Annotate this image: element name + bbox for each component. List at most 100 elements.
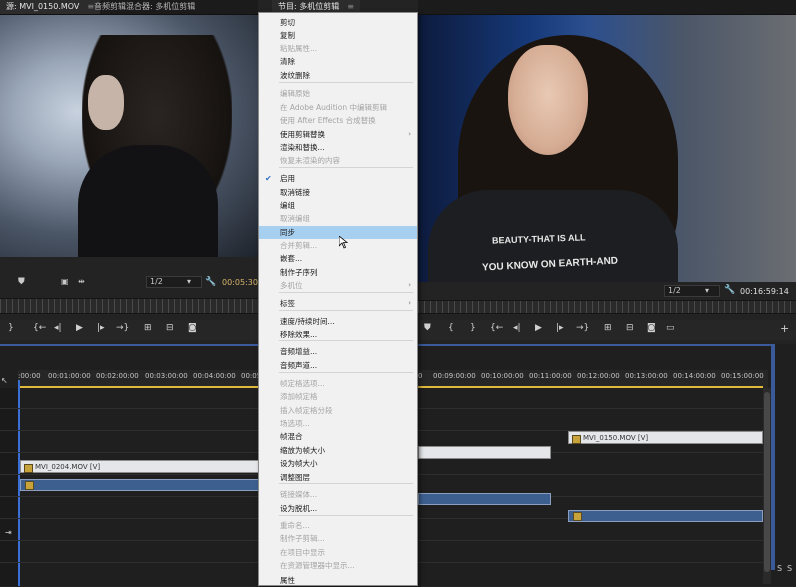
camera-icon[interactable]: ◙: [188, 323, 197, 333]
source-monitor-controls: ⛊ ▣ ⇹ 1/2 ▾ 🔧 00:05:30: [0, 274, 258, 292]
step-forward-icon[interactable]: |▸: [97, 323, 105, 333]
context-menu-item[interactable]: 链接媒体...: [259, 488, 417, 501]
context-menu-item[interactable]: 嵌套...: [259, 252, 417, 265]
selection-tool-icon[interactable]: ↖: [1, 376, 8, 385]
vertical-scrollbar-thumb[interactable]: [764, 392, 770, 572]
context-menu-item[interactable]: 渲染和替换...: [259, 141, 417, 154]
context-menu-item[interactable]: 属性: [259, 574, 417, 587]
context-menu-item[interactable]: 添加帧定格: [259, 390, 417, 403]
marker-icon[interactable]: ⛊: [424, 323, 431, 333]
context-menu-item[interactable]: 音频声道...: [259, 359, 417, 372]
fx-badge-icon: [25, 481, 34, 490]
context-menu-item[interactable]: 编辑原始: [259, 87, 417, 100]
context-menu-item[interactable]: 恢复未渲染的内容: [259, 154, 417, 167]
go-to-out-icon[interactable]: →}: [576, 323, 589, 333]
context-menu-item[interactable]: 粘贴属性...: [259, 42, 417, 55]
context-menu-item-label: 音频声道...: [280, 361, 318, 370]
marker-icon[interactable]: ⛊: [18, 277, 25, 287]
overwrite-icon[interactable]: ⊟: [166, 323, 174, 333]
context-menu-item[interactable]: 使用 After Effects 合成替换: [259, 114, 417, 127]
context-menu-item[interactable]: 帧定格选项...: [259, 377, 417, 390]
settings-icon[interactable]: ▣: [61, 277, 69, 286]
context-menu-item-label: 嵌套...: [280, 254, 303, 263]
context-menu-item[interactable]: 复制: [259, 29, 417, 42]
play-icon[interactable]: ▶: [535, 323, 542, 333]
context-menu-item[interactable]: 剪切: [259, 16, 417, 29]
context-menu-item-label: 制作子序列: [280, 268, 318, 277]
wrench-icon[interactable]: 🔧: [205, 277, 216, 287]
lift-icon[interactable]: ⊞: [604, 323, 612, 333]
mark-in-icon[interactable]: {: [448, 323, 454, 333]
insert-icon[interactable]: ⊞: [144, 323, 152, 333]
context-menu-item[interactable]: 在项目中显示: [259, 546, 417, 559]
clip-label: MVI_0204.MOV [V]: [35, 463, 101, 471]
context-menu-item[interactable]: 在资源管理器中显示...: [259, 559, 417, 572]
context-menu-item[interactable]: 设为脱机...: [259, 502, 417, 515]
audio-clip-a1[interactable]: [20, 479, 260, 491]
source-time-ruler[interactable]: [0, 298, 258, 314]
context-menu-item[interactable]: 速度/持续时间...: [259, 315, 417, 328]
context-menu-item-label: 复制: [280, 31, 295, 40]
context-menu-item[interactable]: 编组: [259, 199, 417, 212]
wrench-icon[interactable]: 🔧: [724, 285, 735, 295]
audio-clip-a1-continuation[interactable]: [418, 493, 551, 505]
context-menu-item[interactable]: 制作子剪辑...: [259, 532, 417, 545]
ripple-tool-icon[interactable]: ⇥: [5, 528, 12, 537]
ruler-label: 00:01:00:00: [48, 372, 91, 380]
context-menu-item[interactable]: 合并剪辑...: [259, 239, 417, 252]
context-menu-item[interactable]: 取消链接: [259, 186, 417, 199]
context-menu-item[interactable]: 制作子序列: [259, 266, 417, 279]
program-resolution-select[interactable]: 1/2 ▾: [664, 285, 720, 297]
clip-label: MVI_0150.MOV [V]: [583, 434, 649, 442]
context-menu-item[interactable]: 重命名...: [259, 519, 417, 532]
vertical-scrollbar[interactable]: [763, 388, 771, 584]
go-to-in-icon[interactable]: {←: [490, 323, 503, 333]
video-clip-mvi-0204[interactable]: MVI_0204.MOV [V]: [20, 460, 260, 473]
context-menu-item[interactable]: 取消编组: [259, 212, 417, 225]
context-menu-item[interactable]: 设为帧大小: [259, 457, 417, 470]
context-menu-item[interactable]: 场选项...: [259, 417, 417, 430]
program-time-ruler[interactable]: [418, 300, 796, 314]
context-menu-item[interactable]: 多机位 ›: [259, 279, 417, 292]
context-menu-item-label: 重命名...: [280, 521, 310, 530]
source-monitor-video[interactable]: [0, 15, 258, 257]
video-clip-continuation[interactable]: [418, 446, 551, 459]
tab-source[interactable]: 源: MVI_0150.MOV ≡: [0, 0, 101, 14]
step-back-icon[interactable]: ◂|: [513, 323, 521, 333]
play-icon[interactable]: ▶: [76, 323, 83, 333]
context-menu-item[interactable]: 缩放为帧大小: [259, 444, 417, 457]
source-resolution-select[interactable]: 1/2 ▾: [146, 276, 202, 288]
mark-out-icon[interactable]: }: [470, 323, 476, 333]
context-menu-item[interactable]: 同步: [259, 226, 417, 239]
context-menu-item[interactable]: 使用剪辑替换 ›: [259, 128, 417, 141]
context-menu-item[interactable]: 波纹删除: [259, 69, 417, 82]
context-menu-item[interactable]: 帧混合: [259, 430, 417, 443]
comparison-view-icon[interactable]: ▭: [666, 323, 675, 333]
mark-out-icon[interactable]: }: [8, 323, 14, 333]
context-menu-item[interactable]: 清除: [259, 55, 417, 68]
context-menu-item[interactable]: 在 Adobe Audition 中编辑剪辑: [259, 101, 417, 114]
camera-icon[interactable]: ◙: [647, 323, 656, 333]
audio-clip-a2[interactable]: [568, 510, 763, 522]
drag-video-icon[interactable]: ⇹: [78, 277, 85, 286]
context-menu-item[interactable]: 启用 ✔: [259, 172, 417, 185]
video-clip-mvi-0150[interactable]: MVI_0150.MOV [V]: [568, 431, 763, 444]
add-button-icon[interactable]: +: [780, 322, 789, 335]
tab-menu-icon[interactable]: ≡: [339, 2, 354, 11]
context-menu-item[interactable]: 标签 ›: [259, 297, 417, 310]
fx-badge-icon: [573, 512, 582, 521]
step-back-icon[interactable]: ◂|: [54, 323, 62, 333]
extract-icon[interactable]: ⊟: [626, 323, 634, 333]
program-monitor-video[interactable]: BEAUTY-THAT IS ALL YOU KNOW ON EARTH-AND: [418, 15, 796, 282]
context-menu-item-label: 多机位: [280, 281, 303, 290]
tab-audio-clip-mixer[interactable]: 音频剪辑混合器: 多机位剪辑: [88, 0, 201, 14]
context-menu-item[interactable]: 插入帧定格分段: [259, 404, 417, 417]
program-video-face: [508, 45, 588, 155]
context-menu-item[interactable]: 音频增益...: [259, 345, 417, 358]
step-forward-icon[interactable]: |▸: [556, 323, 564, 333]
go-to-out-icon[interactable]: →}: [116, 323, 129, 333]
context-menu-item-label: 清除: [280, 57, 295, 66]
context-menu-item-label: 帧定格选项...: [280, 379, 325, 388]
go-to-in-icon[interactable]: {←: [33, 323, 46, 333]
menu-separator: [279, 292, 413, 293]
